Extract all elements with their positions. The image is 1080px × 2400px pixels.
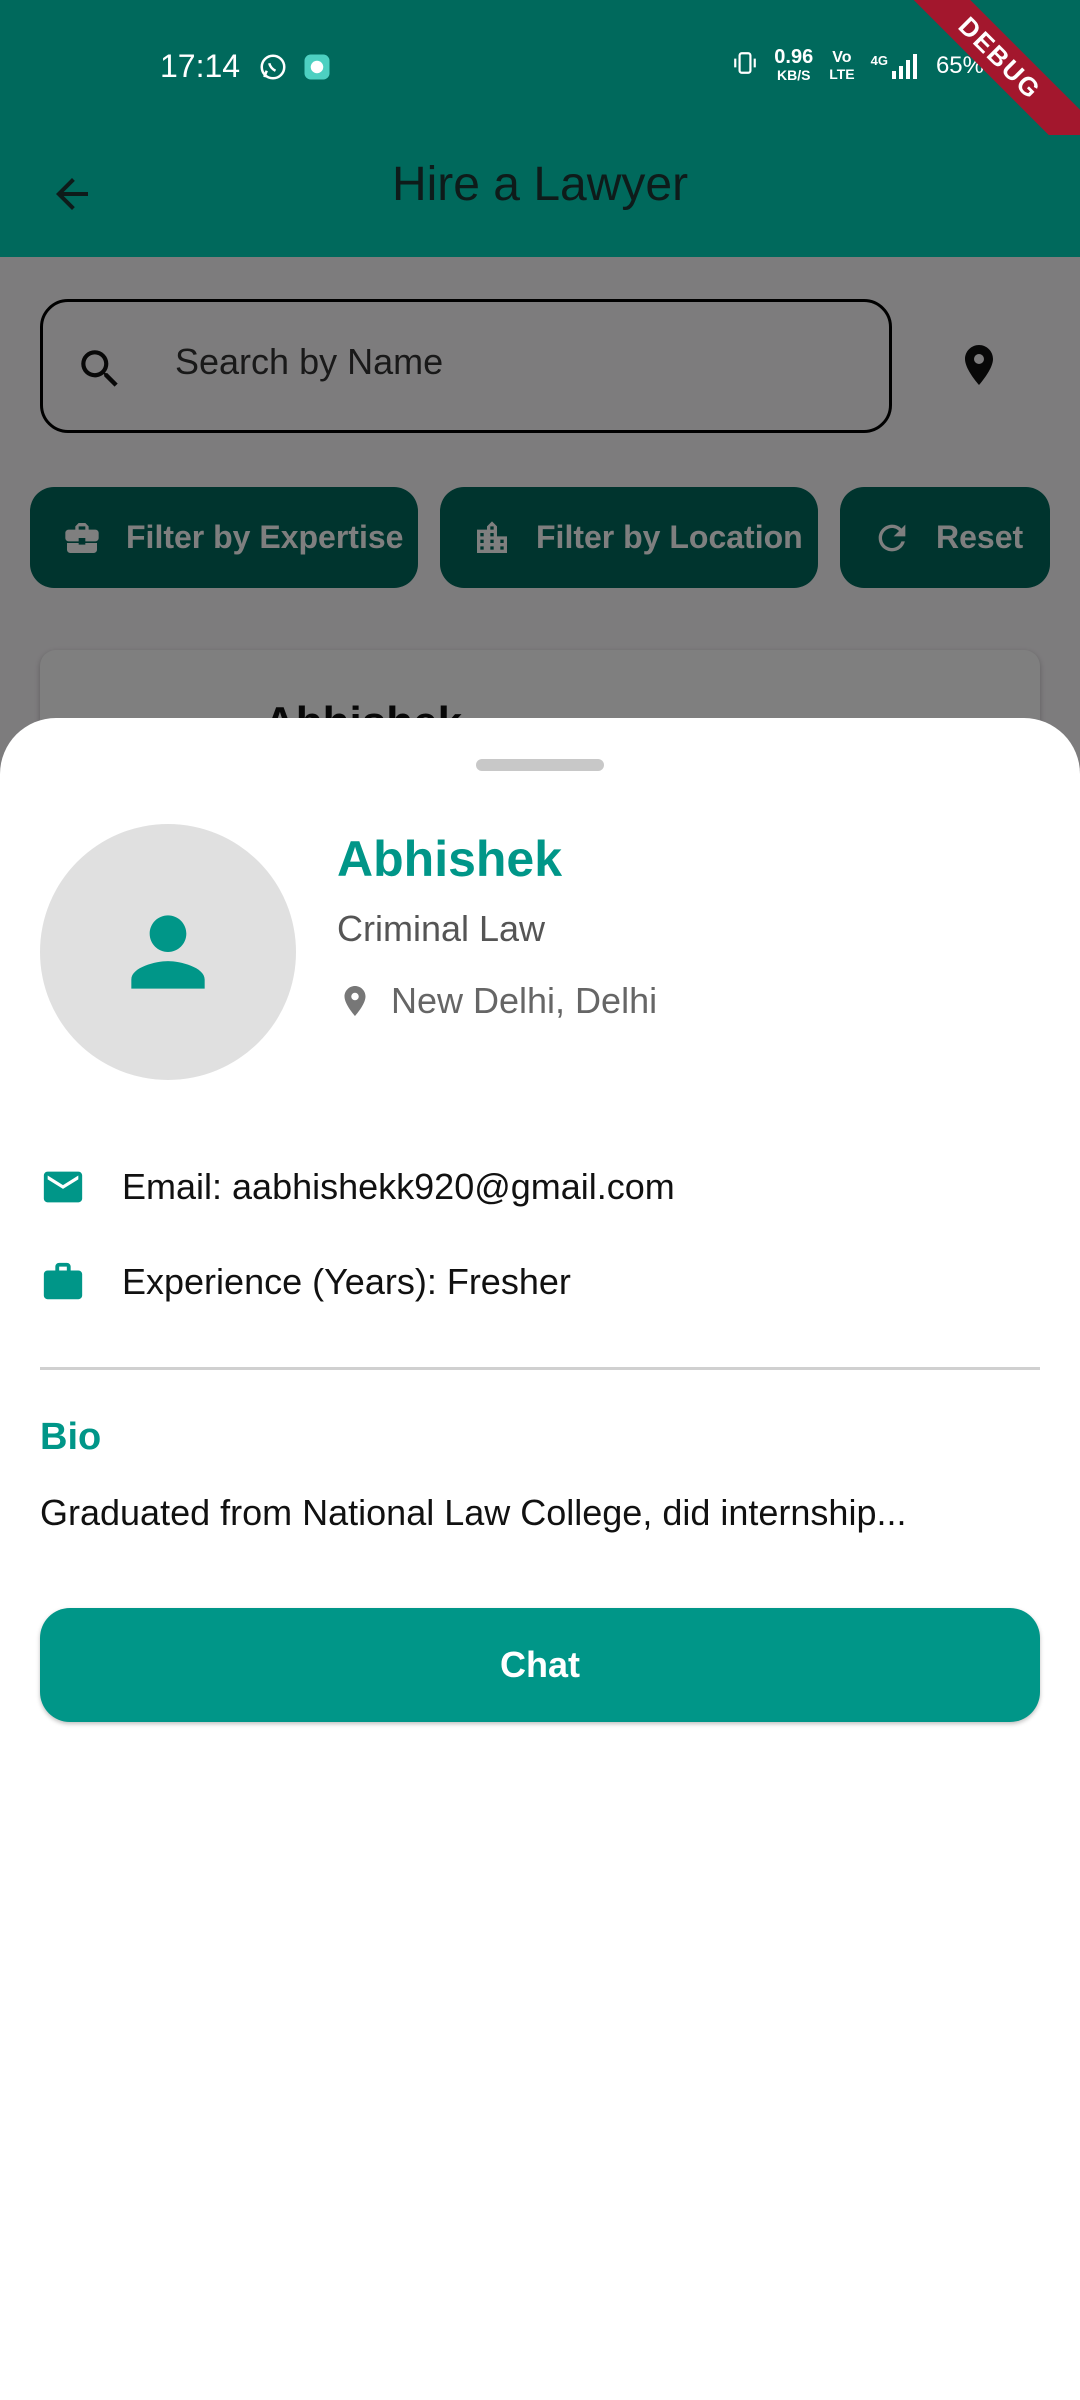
avatar	[40, 824, 296, 1080]
lawyer-location-text: New Delhi, Delhi	[391, 980, 658, 1021]
email-row: Email: aabhishekk920@gmail.com	[40, 1164, 675, 1210]
email-text: Email: aabhishekk920@gmail.com	[122, 1166, 675, 1207]
vibrate-icon	[732, 49, 758, 84]
status-notification-icons	[258, 52, 332, 87]
volte-bottom: LTE	[829, 66, 855, 82]
experience-row: Experience (Years): Fresher	[40, 1259, 571, 1305]
chat-button[interactable]: Chat	[40, 1608, 1040, 1722]
person-icon	[131, 915, 205, 989]
status-bar: 17:14 0.96 KB/S Vo LTE 4G 65% DEBUG	[0, 0, 1080, 179]
app-notification-icon	[302, 52, 332, 87]
lawyer-name: Abhishek	[337, 831, 563, 887]
whatsapp-icon	[258, 52, 288, 87]
volte-indicator: Vo LTE	[829, 49, 855, 83]
app-bar: Hire a Lawyer	[0, 135, 1080, 257]
net-speed-unit: KB/S	[777, 67, 811, 83]
bio-text: Graduated from National Law College, did…	[40, 1492, 907, 1533]
volte-top: Vo	[832, 49, 852, 66]
status-time: 17:14	[160, 48, 241, 84]
net-speed: 0.96 KB/S	[774, 46, 814, 84]
lawyer-location: New Delhi, Delhi	[337, 980, 657, 1022]
email-icon	[43, 1171, 83, 1203]
experience-text: Experience (Years): Fresher	[122, 1261, 571, 1302]
divider	[40, 1367, 1040, 1370]
bio-heading: Bio	[40, 1416, 102, 1458]
net-speed-value: 0.96	[774, 46, 814, 68]
location-pin-icon	[344, 986, 366, 1016]
drag-handle[interactable]	[476, 759, 604, 771]
lawyer-details-sheet: Abhishek Criminal Law New Delhi, Delhi E…	[0, 718, 1080, 2400]
signal-label: 4G	[870, 53, 888, 68]
signal-icon: 4G	[871, 53, 920, 79]
page-title: Hire a Lawyer	[391, 158, 689, 211]
lawyer-specialty: Criminal Law	[337, 908, 546, 949]
briefcase-icon	[43, 1262, 83, 1300]
